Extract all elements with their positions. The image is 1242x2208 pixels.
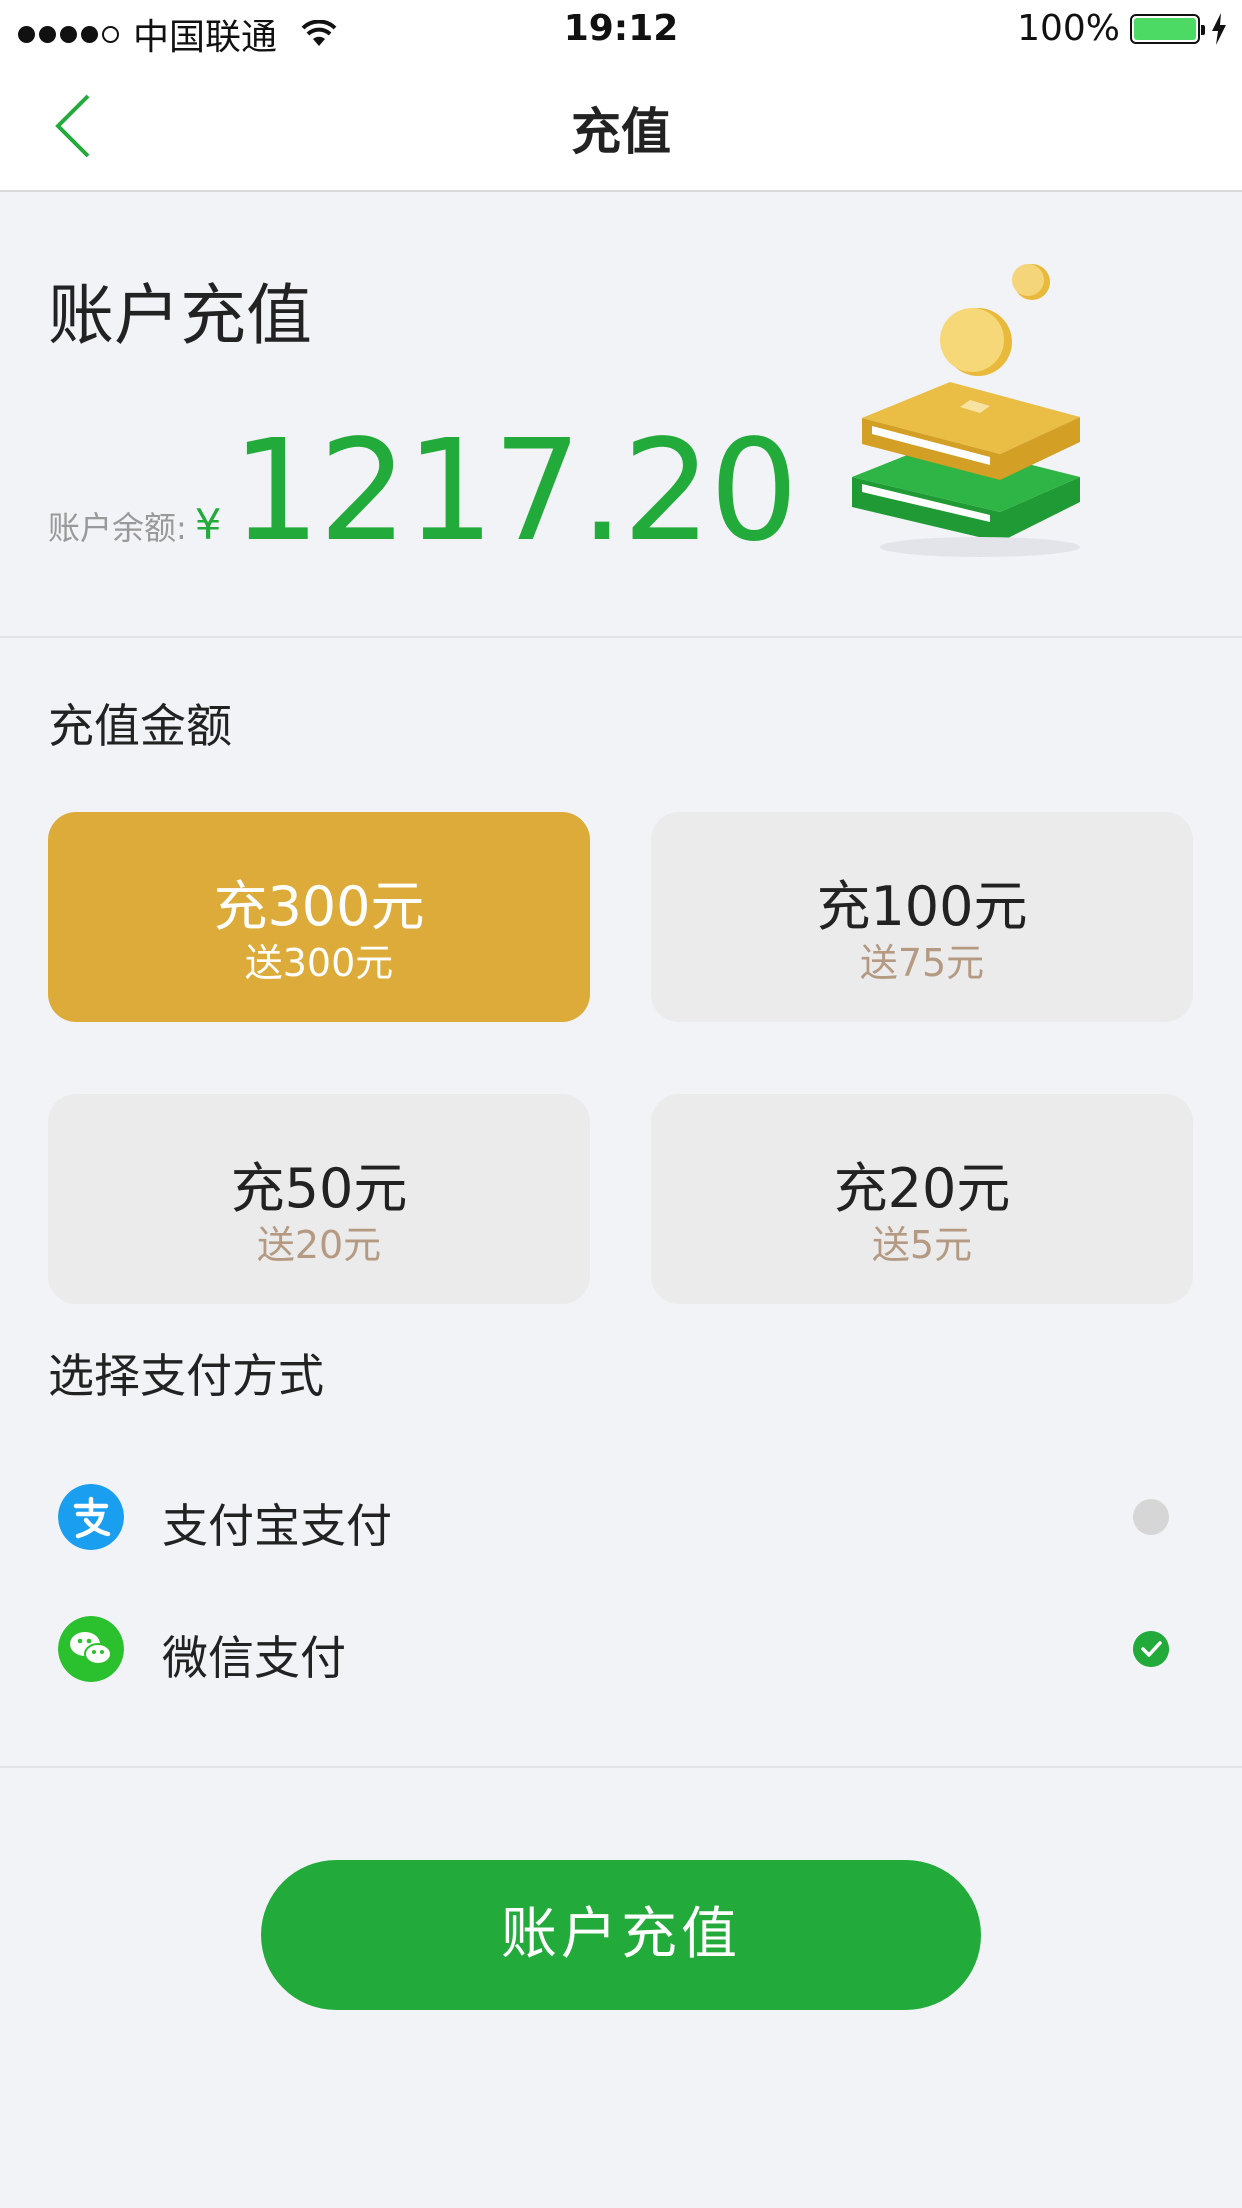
balance-row: 账户余额: ¥ 1217.20: [48, 410, 799, 573]
status-bar: 中国联通 19:12 100%: [0, 0, 1242, 62]
payment-section-title: 选择支付方式: [48, 1349, 324, 1403]
battery-percent: 100%: [1017, 8, 1120, 49]
amount-option-100[interactable]: 充100元 送75元: [651, 812, 1193, 1022]
amount-main: 充300元: [213, 875, 425, 938]
balance-value: 1217.20: [231, 410, 799, 573]
amount-bonus: 送75元: [859, 941, 985, 985]
account-header: 账户充值 账户余额: ¥ 1217.20: [0, 192, 1242, 638]
amount-option-300[interactable]: 充300元 送300元: [48, 812, 590, 1022]
divider: [0, 1766, 1242, 1768]
amount-main: 充20元: [833, 1157, 1011, 1220]
battery-icon: [1130, 13, 1205, 44]
amount-section-title: 充值金额: [48, 699, 232, 753]
status-right: 100%: [1017, 8, 1228, 49]
radio-wechat-checked[interactable]: [1133, 1631, 1169, 1667]
amount-bonus: 送5元: [871, 1223, 973, 1267]
amount-option-20[interactable]: 充20元 送5元: [651, 1094, 1193, 1304]
payment-label: 微信支付: [162, 1631, 346, 1685]
amount-bonus: 送20元: [256, 1223, 382, 1267]
page-title: 充值: [571, 103, 671, 161]
recharge-submit-button[interactable]: 账户充值: [261, 1860, 981, 2010]
radio-alipay[interactable]: [1133, 1499, 1169, 1535]
amount-main: 充50元: [230, 1157, 408, 1220]
payment-label: 支付宝支付: [162, 1499, 392, 1553]
payment-method-wechat[interactable]: 微信支付: [0, 1594, 1242, 1704]
currency-symbol: ¥: [194, 500, 222, 549]
balance-label: 账户余额:: [48, 509, 187, 547]
books-coins-illustration: [852, 264, 1080, 557]
amount-bonus: 送300元: [244, 941, 394, 985]
amount-option-50[interactable]: 充50元 送20元: [48, 1094, 590, 1304]
wechat-icon: [58, 1616, 124, 1682]
charging-icon: [1212, 12, 1226, 45]
account-title: 账户充值: [48, 277, 312, 354]
nav-bar: 充值: [0, 62, 1242, 192]
amount-main: 充100元: [816, 875, 1028, 938]
payment-method-alipay[interactable]: 支付宝支付: [0, 1462, 1242, 1572]
alipay-icon: [58, 1484, 124, 1550]
